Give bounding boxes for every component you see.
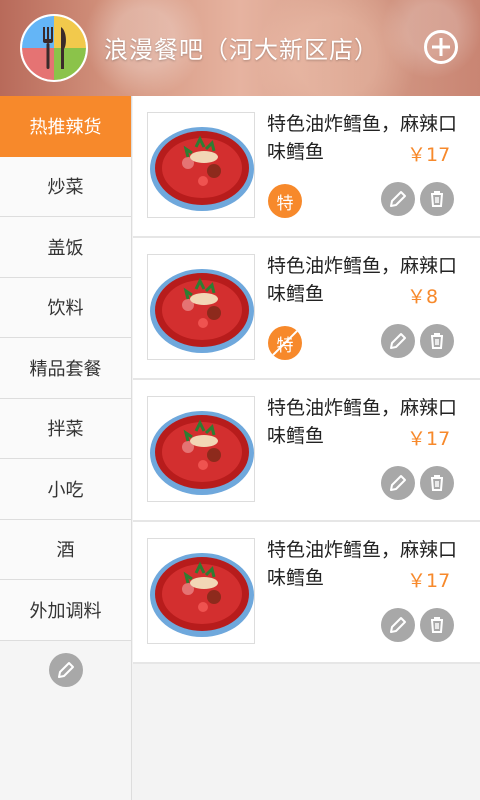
delete-dish-button[interactable] bbox=[420, 466, 454, 500]
sidebar-item-set-meals[interactable]: 精品套餐 bbox=[0, 338, 131, 399]
dish-card[interactable]: 特色油炸鳕鱼，麻辣口味鳕鱼 ￥17 bbox=[133, 522, 480, 664]
trash-icon bbox=[431, 475, 443, 491]
sidebar-item-hot-spicy[interactable]: 热推辣货 bbox=[0, 96, 131, 157]
dish-card[interactable]: 特色油炸鳕鱼，麻辣口味鳕鱼 ￥17 bbox=[133, 380, 480, 522]
edit-categories-button[interactable] bbox=[48, 652, 83, 687]
delete-dish-button[interactable] bbox=[420, 608, 454, 642]
add-icon[interactable] bbox=[424, 30, 458, 64]
pencil-icon bbox=[390, 475, 406, 491]
app-header: 浪漫餐吧（河大新区店） bbox=[0, 0, 480, 96]
edit-dish-button[interactable] bbox=[381, 466, 415, 500]
sidebar-item-liquor[interactable]: 酒 bbox=[0, 519, 131, 580]
dish-price: ￥17 bbox=[407, 428, 451, 450]
delete-dish-button[interactable] bbox=[420, 324, 454, 358]
special-tag-disabled[interactable]: 特 bbox=[268, 326, 302, 360]
trash-icon bbox=[431, 333, 443, 349]
sidebar-item-snacks[interactable]: 小吃 bbox=[0, 459, 131, 520]
special-tag[interactable]: 特 bbox=[268, 184, 302, 218]
restaurant-logo bbox=[20, 14, 88, 82]
dish-card[interactable]: 特色油炸鳕鱼，麻辣口味鳕鱼 ￥17 特 bbox=[133, 96, 480, 238]
trash-icon bbox=[431, 191, 443, 207]
trash-icon bbox=[431, 617, 443, 633]
pencil-icon bbox=[390, 191, 406, 207]
pencil-icon bbox=[390, 333, 406, 349]
dish-price: ￥8 bbox=[407, 286, 439, 308]
fork-knife-icon bbox=[43, 27, 66, 69]
dish-photo bbox=[147, 112, 255, 218]
sidebar-item-rice-bowl[interactable]: 盖饭 bbox=[0, 217, 131, 278]
sidebar-item-stir-fry[interactable]: 炒菜 bbox=[0, 156, 131, 217]
dish-photo bbox=[147, 396, 255, 502]
edit-dish-button[interactable] bbox=[381, 608, 415, 642]
dish-price: ￥17 bbox=[407, 570, 451, 592]
dish-card[interactable]: 特色油炸鳕鱼，麻辣口味鳕鱼 ￥8 特 bbox=[133, 238, 480, 380]
dish-list: 特色油炸鳕鱼，麻辣口味鳕鱼 ￥17 特 特色油炸鳕鱼，麻辣口味鳕鱼 ￥8 特 特… bbox=[133, 96, 480, 800]
edit-dish-button[interactable] bbox=[381, 324, 415, 358]
category-sidebar: 热推辣货 炒菜 盖饭 饮料 精品套餐 拌菜 小吃 酒 外加调料 bbox=[0, 96, 132, 800]
restaurant-title: 浪漫餐吧（河大新区店） bbox=[104, 36, 379, 64]
dish-price: ￥17 bbox=[407, 144, 451, 166]
sidebar-item-condiments[interactable]: 外加调料 bbox=[0, 580, 131, 641]
pencil-icon bbox=[57, 661, 74, 678]
sidebar-item-cold-dishes[interactable]: 拌菜 bbox=[0, 398, 131, 459]
dish-photo bbox=[147, 254, 255, 360]
sidebar-item-drinks[interactable]: 饮料 bbox=[0, 277, 131, 338]
delete-dish-button[interactable] bbox=[420, 182, 454, 216]
pencil-icon bbox=[390, 617, 406, 633]
dish-photo bbox=[147, 538, 255, 644]
edit-dish-button[interactable] bbox=[381, 182, 415, 216]
